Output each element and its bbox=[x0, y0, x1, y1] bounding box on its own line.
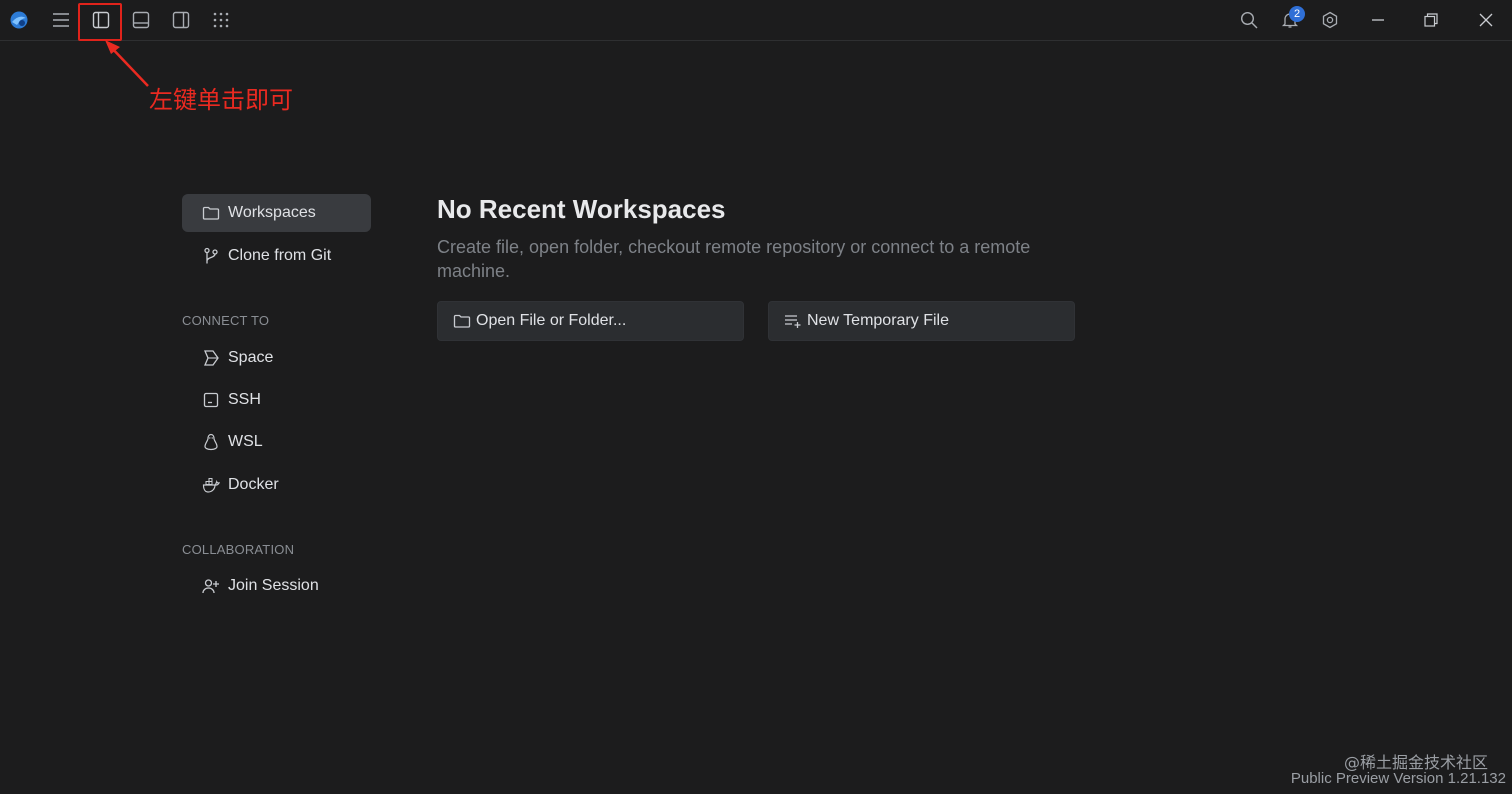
docker-icon bbox=[202, 476, 220, 494]
search-icon[interactable] bbox=[1233, 4, 1265, 36]
sidebar-item-join-session[interactable]: Join Session bbox=[182, 567, 371, 605]
sidebar-item-wsl[interactable]: WSL bbox=[182, 423, 371, 461]
open-file-or-folder-label: Open File or Folder... bbox=[476, 312, 627, 329]
connect-to-header: CONNECT TO bbox=[182, 313, 270, 328]
page-subtitle: Create file, open folder, checkout remot… bbox=[437, 237, 1031, 281]
title-bar: 2 bbox=[0, 0, 1512, 41]
linux-icon bbox=[202, 433, 220, 451]
new-file-lines-icon bbox=[784, 312, 802, 330]
new-temporary-file-button[interactable]: New Temporary File bbox=[768, 301, 1075, 341]
toggle-right-panel-icon[interactable] bbox=[165, 4, 197, 36]
sidebar-item-label: WSL bbox=[228, 433, 263, 450]
folder-icon bbox=[202, 204, 220, 222]
sidebar-item-clone-from-git[interactable]: Clone from Git bbox=[182, 237, 371, 275]
open-file-or-folder-button[interactable]: Open File or Folder... bbox=[437, 301, 744, 341]
collaboration-header: COLLABORATION bbox=[182, 542, 295, 557]
settings-gear-icon[interactable] bbox=[1314, 4, 1346, 36]
annotation-arrow bbox=[105, 40, 149, 87]
app-logo-icon[interactable] bbox=[3, 4, 35, 36]
minimize-icon[interactable] bbox=[1362, 4, 1394, 36]
sidebar-item-label: Docker bbox=[228, 476, 279, 493]
sidebar-item-workspaces[interactable]: Workspaces bbox=[182, 194, 371, 232]
sidebar-item-label: SSH bbox=[228, 391, 261, 408]
sidebar-item-ssh[interactable]: SSH bbox=[182, 381, 371, 419]
sidebar-item-docker[interactable]: Docker bbox=[182, 466, 371, 504]
close-icon[interactable] bbox=[1470, 4, 1502, 36]
page-title: No Recent Workspaces bbox=[437, 194, 726, 224]
new-temporary-file-label: New Temporary File bbox=[807, 312, 949, 329]
version-text: Public Preview Version 1.21.132 bbox=[1290, 770, 1506, 787]
notification-badge: 2 bbox=[1289, 6, 1305, 22]
git-branch-icon bbox=[202, 247, 220, 265]
sidebar-item-label: Workspaces bbox=[228, 204, 316, 221]
hamburger-menu-icon[interactable] bbox=[45, 4, 77, 36]
annotation-text: 左键单击即可 bbox=[149, 86, 293, 114]
restore-icon[interactable] bbox=[1415, 4, 1447, 36]
sidebar-item-label: Join Session bbox=[228, 577, 319, 594]
sidebar-item-label: Clone from Git bbox=[228, 247, 332, 264]
grid-apps-icon[interactable] bbox=[205, 4, 237, 36]
annotation-highlight-box bbox=[78, 3, 122, 41]
space-icon bbox=[202, 349, 220, 367]
sidebar-item-label: Space bbox=[228, 349, 274, 366]
sidebar-item-space[interactable]: Space bbox=[182, 339, 371, 377]
folder-icon bbox=[453, 312, 471, 330]
terminal-icon bbox=[202, 391, 220, 409]
add-user-icon bbox=[202, 577, 220, 595]
toggle-bottom-panel-icon[interactable] bbox=[125, 4, 157, 36]
